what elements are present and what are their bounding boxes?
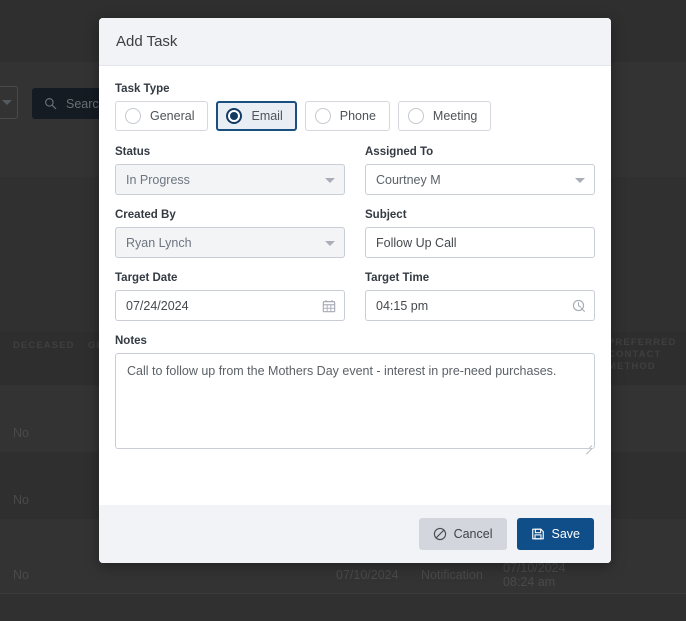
task-type-label: Task Type [115, 83, 170, 95]
table-row: No [13, 426, 29, 440]
task-type-radio-group: General Email Phone Meeting [115, 101, 595, 131]
floppy-disk-icon [531, 527, 545, 541]
status-value: In Progress [126, 172, 190, 187]
task-type-option-label: Phone [339, 109, 376, 123]
created-by-label: Created By [115, 209, 176, 221]
notes-field-group: Notes [115, 335, 595, 454]
assigned-to-value: Courtney M [376, 172, 441, 187]
save-button-label: Save [551, 527, 581, 541]
created-by-field-group: Created By Ryan Lynch [115, 209, 345, 258]
column-header-method: METHOD [608, 361, 656, 372]
target-time-field-group: Target Time 04:15 pm [365, 272, 595, 321]
assigned-to-field-group: Assigned To Courtney M [365, 146, 595, 195]
task-type-option-label: General [150, 109, 195, 123]
calendar-icon[interactable] [322, 299, 336, 313]
column-header-deceased: DECEASED [13, 340, 75, 351]
created-by-value: Ryan Lynch [126, 235, 192, 250]
subject-label: Subject [365, 209, 407, 221]
target-date-label: Target Date [115, 272, 178, 284]
cancel-button[interactable]: Cancel [418, 518, 507, 550]
target-date-value: 07/24/2024 [126, 298, 189, 313]
save-button[interactable]: Save [516, 518, 594, 550]
task-type-option-meeting[interactable]: Meeting [397, 101, 492, 131]
radio-icon [407, 108, 424, 124]
table-cell-date: 07/10/2024 [336, 568, 399, 582]
dialog-footer: Cancel Save [99, 505, 611, 563]
radio-selected-icon [226, 108, 243, 124]
chevron-down-icon [325, 241, 335, 246]
subject-field-group: Subject Follow Up Call [365, 209, 595, 258]
clock-icon[interactable] [572, 299, 586, 313]
target-date-input[interactable]: 07/24/2024 [115, 290, 345, 321]
page-title: Add Task [116, 33, 178, 50]
table-cell-timestamp-time: 08:24 am [503, 575, 556, 589]
chevron-down-icon [575, 178, 585, 183]
target-time-value: 04:15 pm [376, 298, 429, 313]
subject-input[interactable]: Follow Up Call [365, 227, 595, 258]
chevron-down-icon [325, 178, 335, 183]
column-header-contact: CONTACT [608, 349, 662, 360]
table-row: No [13, 493, 29, 507]
status-label: Status [115, 146, 151, 158]
chevron-down-icon [2, 100, 12, 105]
task-type-option-label: Meeting [432, 109, 478, 123]
background-footer [0, 594, 686, 621]
notes-textarea[interactable] [115, 353, 595, 449]
assigned-to-label: Assigned To [365, 146, 434, 158]
task-type-option-label: Email [251, 109, 283, 123]
target-date-field-group: Target Date 07/24/2024 [115, 272, 345, 321]
column-header-preferred: PREFERRED [608, 337, 677, 348]
assigned-to-select[interactable]: Courtney M [365, 164, 595, 195]
subject-value: Follow Up Call [376, 235, 457, 250]
table-row: No [13, 568, 29, 582]
target-time-input[interactable]: 04:15 pm [365, 290, 595, 321]
task-type-option-general[interactable]: General [115, 101, 209, 131]
created-by-select[interactable]: Ryan Lynch [115, 227, 345, 258]
target-time-label: Target Time [365, 272, 430, 284]
status-select[interactable]: In Progress [115, 164, 345, 195]
task-type-option-phone[interactable]: Phone [304, 101, 390, 131]
radio-icon [125, 108, 141, 124]
add-task-dialog: Add Task Task Type General Email Phone M… [99, 18, 611, 563]
status-field-group: Status In Progress [115, 146, 345, 195]
notes-wrapper [115, 353, 595, 454]
cancel-button-label: Cancel [453, 527, 493, 541]
notes-label: Notes [115, 335, 147, 347]
dialog-body: Task Type General Email Phone Meeting St… [99, 66, 611, 505]
ban-icon [433, 527, 447, 541]
dialog-header: Add Task [99, 18, 611, 66]
radio-icon [314, 108, 331, 124]
background-filter-dropdown[interactable] [0, 86, 18, 119]
task-type-option-email[interactable]: Email [216, 101, 297, 131]
search-icon [44, 97, 57, 110]
table-cell-type: Notification [421, 568, 483, 582]
